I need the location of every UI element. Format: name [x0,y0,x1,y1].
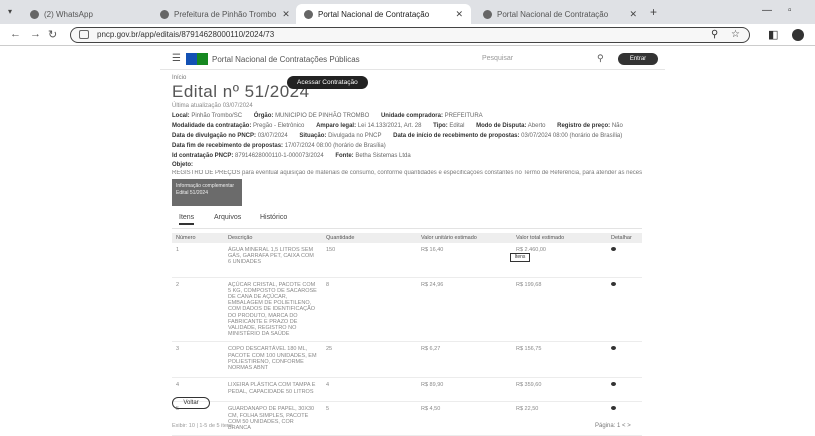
search-input[interactable]: Pesquisar [482,55,513,62]
back-icon[interactable]: ← [10,28,21,40]
items-table: Número Descrição Quantidade Valor unitár… [172,233,642,436]
tab-arquivos[interactable]: Arquivos [214,214,241,221]
address-bar[interactable]: pncp.gov.br/app/editais/87914628000110/2… [70,27,750,43]
col-unit-value[interactable]: Valor unitário estimado [417,233,512,243]
new-tab-icon[interactable]: + [650,5,657,19]
col-total-value[interactable]: Valor total estimado [512,233,607,243]
close-tab-icon[interactable]: ✕ [623,9,637,20]
whatsapp-icon [30,9,39,19]
sidebar-icon[interactable]: ◧ [768,28,778,41]
browser-tab-pncp[interactable]: Portal Nacional de Contratação ✕ [475,4,645,24]
table-row[interactable]: 5 GUARDANAPO DE PAPEL, 30X30 CM, FOLHA S… [172,401,642,436]
meta-row-3: Data de divulgação no PNCP: 03/07/2024 S… [172,133,623,139]
pncp-favicon-icon [483,9,492,19]
meta-row-4: Data fim de recebimento de propostas: 17… [172,143,386,149]
col-number[interactable]: Número [172,233,224,243]
url-text[interactable]: pncp.gov.br/app/editais/87914628000110/2… [97,30,274,39]
browser-tab-bar: ▾ (2) WhatsApp Prefeitura de Pinhão Trom… [0,0,815,24]
close-tab-icon[interactable]: ✕ [276,9,290,20]
meta-row-1: Local: Pinhão Trombo/SC Órgão: MUNICIPIO… [172,113,483,119]
page-content: ☰ Portal Nacional de Contratações Públic… [0,46,815,436]
col-quantity[interactable]: Quantidade [322,233,417,243]
browser-tab-prefeitura[interactable]: Prefeitura de Pinhão Trombo ✕ [152,4,292,24]
view-detail-icon[interactable] [611,382,616,387]
last-update: Última atualização 03/07/2024 [172,103,253,109]
gov-logo[interactable] [186,53,208,65]
tab-itens[interactable]: Itens [179,214,195,225]
browser-toolbar: ← → ↻ pncp.gov.br/app/editais/8791462800… [0,24,815,46]
table-row[interactable]: 1 ÁGUA MINERAL 1,5 LITROS SEM GÁS, GARRA… [172,243,642,278]
reload-icon[interactable]: ↻ [48,28,57,41]
view-detail-icon[interactable] [611,406,616,411]
portal-name[interactable]: Portal Nacional de Contratações Públicas [212,55,360,64]
tab-search-icon[interactable]: ▾ [8,7,12,16]
col-description[interactable]: Descrição [224,233,322,243]
enter-button[interactable]: Entrar [618,53,658,65]
tooltip: Itens [510,253,530,262]
view-detail-icon[interactable] [611,247,616,251]
site-info-icon[interactable] [79,30,89,39]
close-tab-icon[interactable]: ✕ [449,9,463,20]
pagination[interactable]: Página: 1 < > [595,423,631,429]
access-contract-button[interactable]: Acessar Contratação [287,76,368,89]
minimize-icon[interactable]: — [762,5,772,16]
meta-row-6: Objeto: [172,162,193,168]
site-favicon-icon [160,9,169,19]
breadcrumb[interactable]: Início [172,75,186,81]
object-description: REGISTRO DE PREÇOS para eventual aquisiç… [172,170,642,176]
back-button[interactable]: Voltar [172,397,210,409]
browser-tab-whatsapp[interactable]: (2) WhatsApp [22,4,147,24]
page-size-selector[interactable]: Exibir: 10 | 1-5 de 5 itens [172,423,233,429]
table-row[interactable]: 3 COPO DESCARTÁVEL 180 ML, PACOTE COM 10… [172,341,642,379]
meta-row-5: Id contratação PNCP: 87914628000110-1-00… [172,153,411,159]
tab-historico[interactable]: Histórico [260,214,287,221]
profile-avatar[interactable] [792,29,804,41]
col-detail: Detalhar [607,233,642,243]
zoom-icon[interactable]: ⚲ [711,28,718,41]
bookmark-star-icon[interactable]: ☆ [731,28,740,41]
pncp-favicon-icon [304,9,313,19]
browser-tab-pncp-active[interactable]: Portal Nacional de Contratação ✕ [296,4,471,24]
view-detail-icon[interactable] [611,346,616,351]
table-header: Número Descrição Quantidade Valor unitár… [172,233,642,243]
search-icon[interactable]: ⚲ [597,53,604,64]
tabs-divider [172,228,642,229]
table-row[interactable]: 2 AÇÚCAR CRISTAL, PACOTE COM 5 KG, COMPO… [172,277,642,343]
menu-icon[interactable]: ☰ [172,53,181,64]
maximize-icon[interactable]: ▫ [788,5,792,16]
table-row[interactable]: 4 LIXEIRA PLÁSTICA COM TAMPA E PEDAL, CA… [172,377,642,403]
view-detail-icon[interactable] [611,281,616,286]
site-header: ☰ Portal Nacional de Contratações Públic… [160,50,665,70]
forward-icon[interactable]: → [30,28,41,40]
complementary-info-block[interactable]: Informação complementar Edital 51/2024 [172,179,242,206]
meta-row-2: Modalidade da contratação: Pregão - Elet… [172,123,623,129]
